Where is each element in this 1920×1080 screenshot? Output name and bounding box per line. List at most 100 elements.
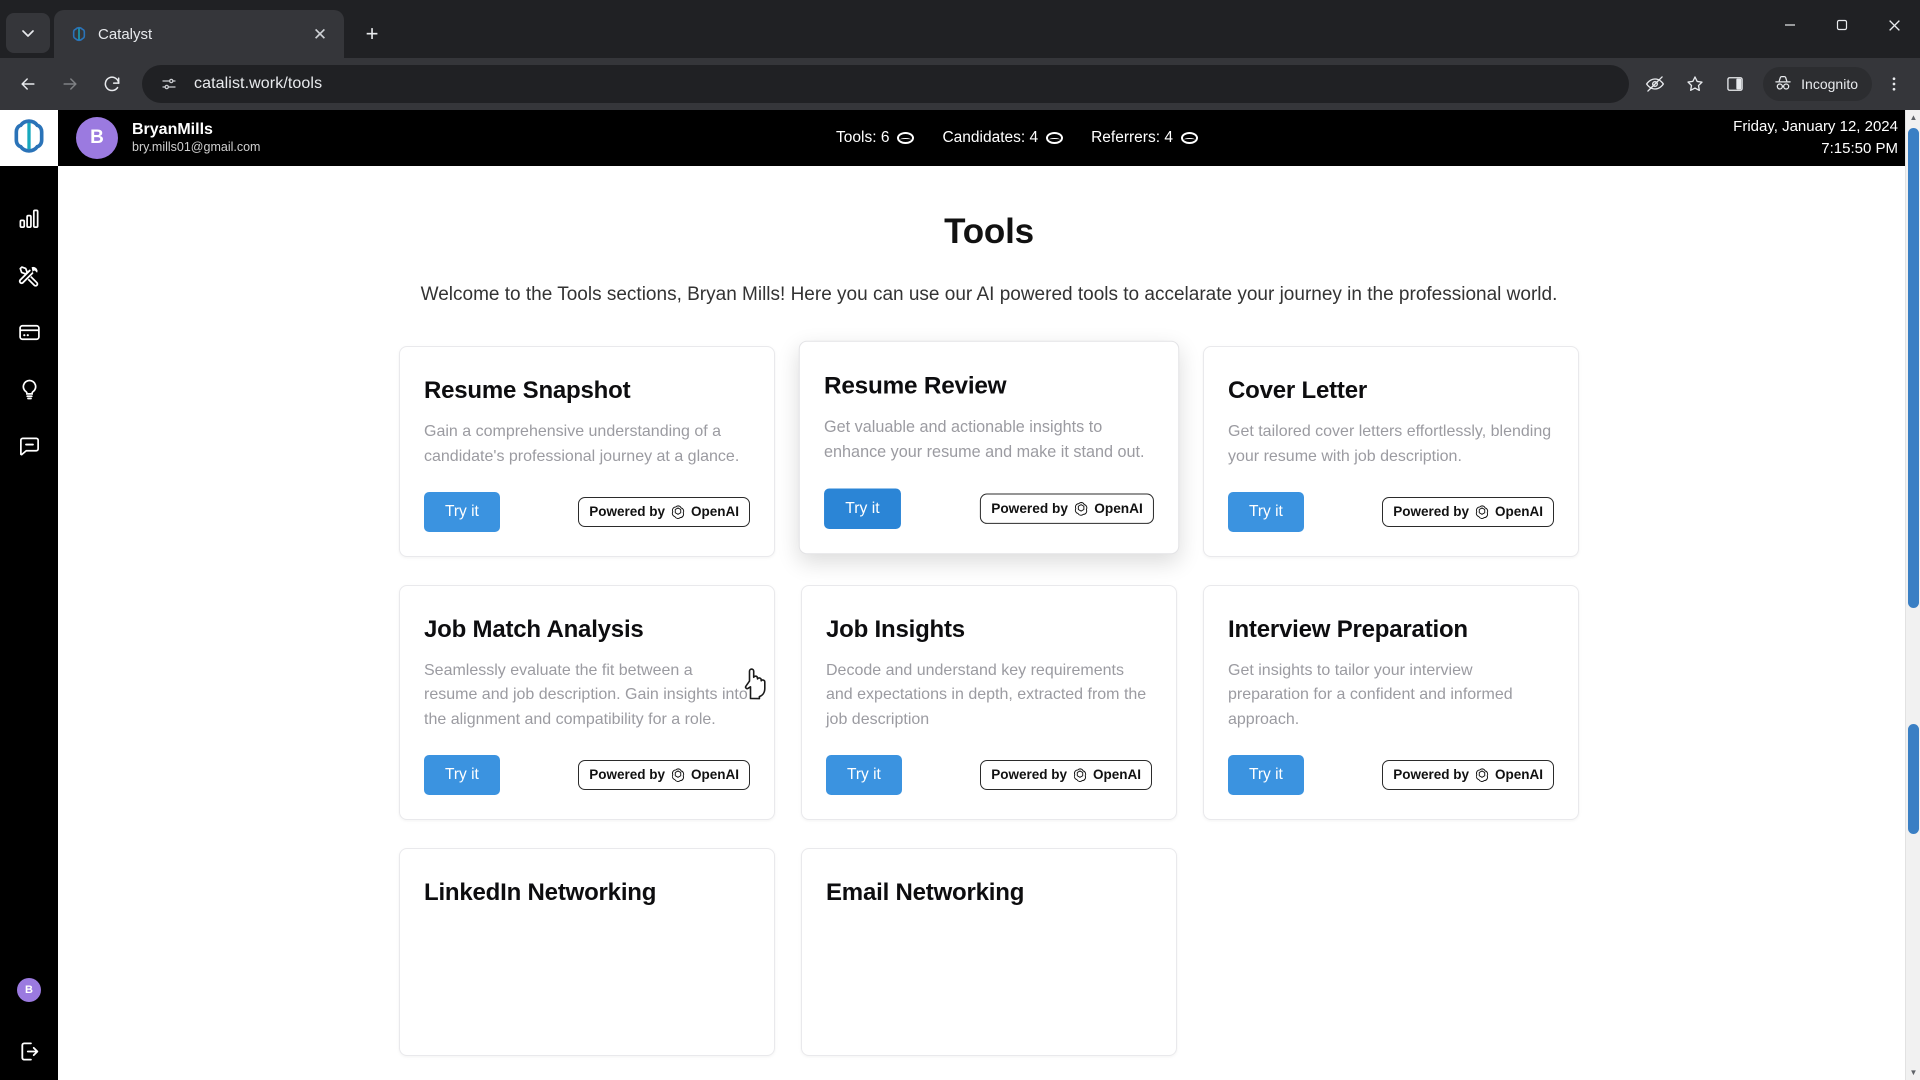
powered-by-openai-badge: Powered by OpenAI [980, 493, 1154, 524]
powered-by-label: Powered by [589, 504, 665, 520]
reload-button[interactable] [92, 64, 132, 104]
powered-by-openai-badge: Powered by OpenAI [578, 759, 750, 790]
tools-icon [18, 264, 41, 292]
powered-by-label: Powered by [991, 500, 1068, 516]
sidebar-avatar[interactable]: B [17, 978, 41, 1002]
powered-by-label: Powered by [1393, 504, 1469, 520]
try-it-button[interactable]: Try it [1228, 491, 1304, 532]
try-it-button[interactable]: Try it [826, 754, 902, 795]
browser-window: Catalyst ✕ + catalist.work/tools Incogni… [0, 0, 1920, 1080]
incognito-label: Incognito [1801, 76, 1858, 92]
welcome-text: Welcome to the Tools sections, Bryan Mil… [420, 284, 1558, 305]
tab-close-icon[interactable]: ✕ [308, 22, 332, 46]
sidebar-item-messages[interactable] [0, 420, 58, 477]
sidebar-item-tools[interactable] [0, 249, 58, 306]
scrollbar-up-arrow[interactable]: ▲ [1906, 110, 1920, 125]
sidebar-item-insights[interactable] [0, 363, 58, 420]
browser-toolbar: catalist.work/tools Incognito [0, 58, 1920, 110]
sidebar-item-dashboard[interactable] [0, 192, 58, 249]
try-it-button[interactable]: Try it [424, 491, 500, 532]
incognito-indicator[interactable]: Incognito [1763, 67, 1872, 101]
page-title: Tools [944, 212, 1034, 251]
minimize-button[interactable] [1764, 0, 1816, 50]
tool-card[interactable]: Email Networking [801, 847, 1177, 1056]
bar-chart-icon [18, 207, 41, 235]
tool-card[interactable]: Cover Letter Get tailored cover letters … [1203, 346, 1579, 557]
tool-card-title: Email Networking [826, 878, 1025, 906]
try-it-button[interactable]: Try it [824, 488, 901, 529]
powered-by-label: Powered by [1393, 767, 1469, 783]
openai-icon [670, 504, 686, 520]
tool-card[interactable]: Job Match Analysis Seamlessly evaluate t… [399, 584, 775, 820]
tab-search-button[interactable] [6, 13, 50, 53]
try-it-button[interactable]: Try it [1228, 754, 1304, 795]
site-settings-icon[interactable] [156, 71, 182, 97]
eye-off-icon[interactable] [1637, 66, 1673, 102]
page-scrollbar[interactable]: ▲ ▼ [1905, 110, 1920, 1080]
tool-card-footer: Try it Powered by OpenAI [826, 754, 1152, 795]
tool-card-footer: Try it Powered by OpenAI [1228, 754, 1554, 795]
sidebar-item-billing[interactable] [0, 306, 58, 363]
logout-icon[interactable] [18, 1040, 41, 1068]
coin-icon [1046, 132, 1064, 144]
user-block[interactable]: B BryanMills bry.mills01@gmail.com [76, 117, 366, 159]
new-tab-button[interactable]: + [354, 16, 390, 52]
app-sidebar: B [0, 110, 58, 1080]
window-close-icon [1888, 19, 1900, 31]
powered-by-openai-badge: Powered by OpenAI [980, 759, 1152, 790]
forward-button[interactable] [50, 64, 90, 104]
powered-by-openai-badge: Powered by OpenAI [1382, 759, 1554, 790]
tool-card-title: Cover Letter [1228, 377, 1367, 404]
openai-label: OpenAI [690, 767, 739, 783]
powered-by-label: Powered by [589, 767, 665, 783]
powered-by-label: Powered by [991, 767, 1067, 783]
tool-card[interactable]: Interview Preparation Get insights to ta… [1203, 584, 1579, 820]
minimize-icon [1785, 24, 1795, 26]
side-panel-icon[interactable] [1717, 66, 1753, 102]
stat-tools-label: Tools: 6 [836, 129, 890, 146]
tool-card-description: Gain a comprehensive understanding of a … [424, 423, 740, 465]
openai-icon [1474, 767, 1490, 783]
star-icon[interactable] [1677, 66, 1713, 102]
tool-card-title: Resume Snapshot [424, 377, 631, 404]
tool-card-footer: Try it Powered by OpenAI [824, 488, 1154, 529]
tool-card-title: Resume Review [824, 372, 1007, 400]
try-it-button[interactable]: Try it [424, 754, 500, 795]
openai-label: OpenAI [1094, 500, 1143, 516]
incognito-icon [1773, 73, 1793, 96]
tool-card[interactable]: Resume Snapshot Gain a comprehensive und… [399, 346, 775, 557]
openai-icon [1072, 767, 1088, 783]
tool-card-title: Job Insights [826, 615, 965, 643]
browser-tab[interactable]: Catalyst ✕ [54, 10, 344, 58]
arrow-left-icon [21, 78, 35, 90]
back-button[interactable] [8, 64, 48, 104]
three-dot-menu-icon[interactable] [1876, 66, 1912, 102]
tab-title: Catalyst [98, 25, 153, 43]
user-email: bry.mills01@gmail.com [132, 140, 261, 155]
address-bar[interactable]: catalist.work/tools [142, 65, 1630, 103]
clock-time: 7:15:50 PM [1821, 140, 1898, 157]
coin-icon [897, 132, 915, 144]
scrollbar-down-arrow[interactable]: ▼ [1906, 1065, 1920, 1080]
stat-referrers-label: Referrers: 4 [1091, 129, 1173, 146]
tool-card[interactable]: Resume Review Get valuable and actionabl… [798, 340, 1180, 554]
page-viewport: B B BryanMills bry.mills01@gmail.com Too… [0, 110, 1920, 1080]
tool-card-description: Get insights to tailor your interview pr… [1228, 661, 1513, 729]
tool-card[interactable]: LinkedIn Networking [399, 847, 775, 1056]
scrollbar-thumb[interactable] [1908, 128, 1919, 608]
catalyst-logo-icon [10, 117, 48, 160]
tool-card[interactable]: Job Insights Decode and understand key r… [801, 584, 1177, 820]
tool-card-footer: Try it Powered by OpenAI [424, 754, 750, 795]
tool-card-title: LinkedIn Networking [424, 878, 657, 906]
powered-by-openai-badge: Powered by OpenAI [1382, 496, 1554, 527]
app-logo[interactable] [0, 110, 58, 166]
maximize-button[interactable] [1816, 0, 1868, 50]
openai-label: OpenAI [1494, 767, 1543, 783]
openai-label: OpenAI [1494, 504, 1543, 520]
openai-icon [1073, 500, 1089, 516]
stat-candidates: Candidates: 4 [942, 129, 1064, 147]
scrollbar-track-mark[interactable] [1908, 724, 1919, 834]
window-close-button[interactable] [1868, 0, 1920, 50]
catalyst-logo-icon [70, 25, 88, 43]
stats-group: Tools: 6 Candidates: 4 Referrers: 4 [366, 129, 1668, 147]
